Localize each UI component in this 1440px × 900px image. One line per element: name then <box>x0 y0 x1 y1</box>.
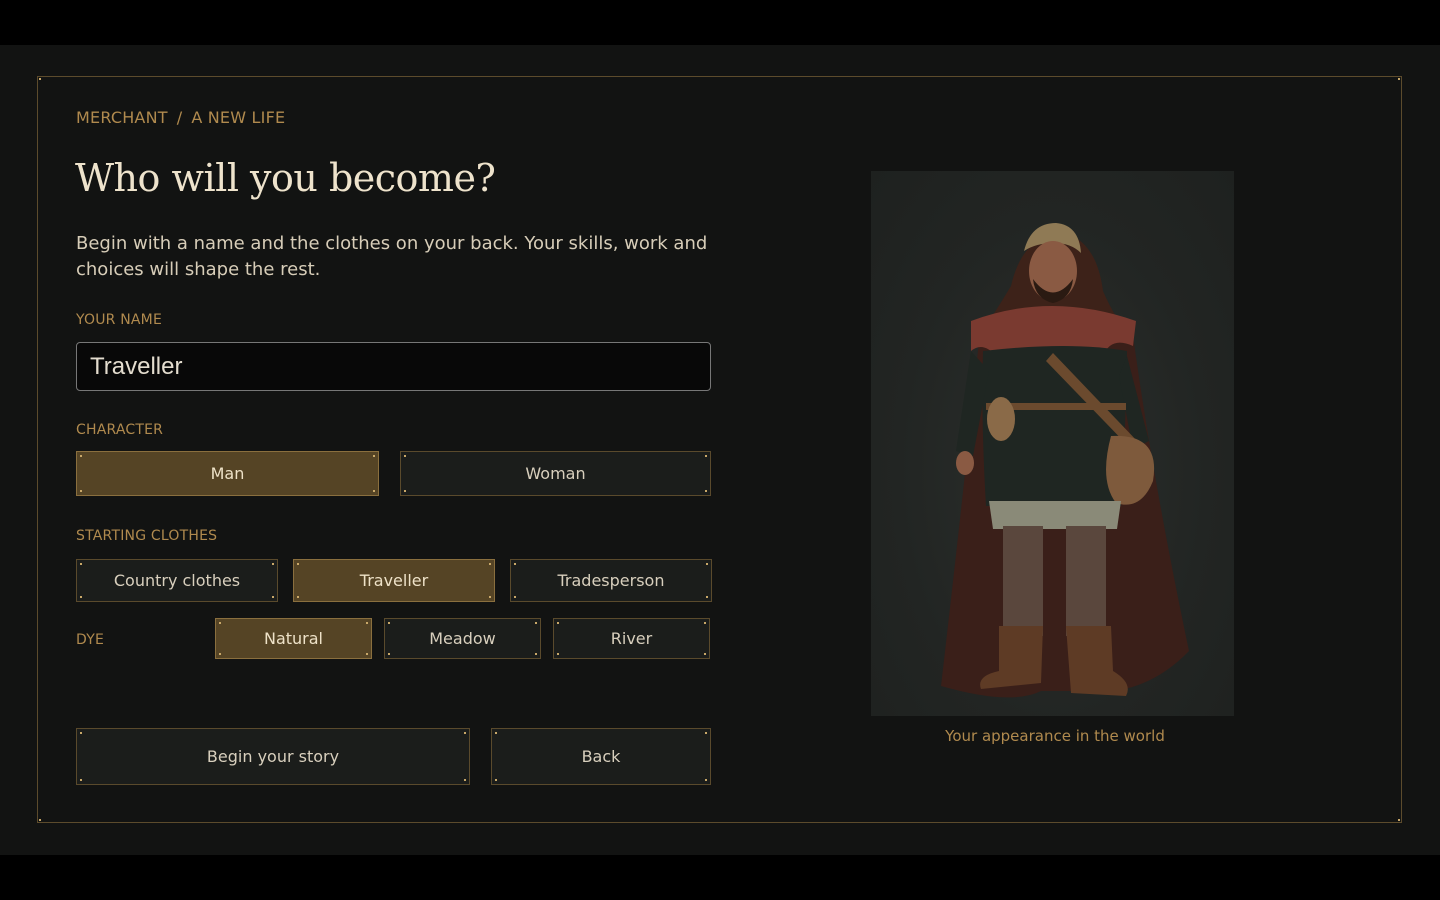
clothes-label: STARTING CLOTHES <box>76 528 218 544</box>
character-option-woman[interactable]: Woman <box>400 451 711 496</box>
character-option-label: Man <box>210 464 245 483</box>
clothes-option-label: Country clothes <box>113 571 241 590</box>
character-option-label: Woman <box>525 464 586 483</box>
intro-text: Begin with a name and the clothes on you… <box>76 233 708 280</box>
clothes-option-country[interactable]: Country clothes <box>76 559 278 602</box>
frame-corner <box>39 78 41 80</box>
dye-option-meadow[interactable]: Meadow <box>384 618 541 659</box>
dye-option-natural[interactable]: Natural <box>215 618 372 659</box>
frame-corner <box>1398 819 1400 821</box>
character-figure <box>941 223 1189 698</box>
begin-story-label: Begin your story <box>206 747 340 766</box>
back-label: Back <box>581 747 621 766</box>
dye-option-label: Meadow <box>429 629 496 648</box>
character-option-man[interactable]: Man <box>76 451 379 496</box>
breadcrumb: MERCHANT / A NEW LIFE <box>76 108 285 127</box>
dye-option-label: River <box>610 629 653 648</box>
breadcrumb-separator: / <box>176 108 183 127</box>
back-button[interactable]: Back <box>491 728 711 785</box>
name-input[interactable] <box>76 342 711 391</box>
clothes-option-label: Tradesperson <box>557 571 665 590</box>
page-title: Who will you become? <box>75 156 496 200</box>
dye-option-river[interactable]: River <box>553 618 710 659</box>
character-label: CHARACTER <box>76 422 164 438</box>
name-label: YOUR NAME <box>76 312 163 328</box>
dye-label: DYE <box>76 632 105 648</box>
clothes-option-traveller[interactable]: Traveller <box>293 559 495 602</box>
clothes-option-tradesperson[interactable]: Tradesperson <box>510 559 712 602</box>
frame-corner <box>39 819 41 821</box>
breadcrumb-role[interactable]: MERCHANT <box>76 108 168 127</box>
breadcrumb-step: A NEW LIFE <box>191 108 286 127</box>
dye-option-label: Natural <box>263 629 323 648</box>
preview-caption: Your appearance in the world <box>945 727 1165 745</box>
begin-story-button[interactable]: Begin your story <box>76 728 470 785</box>
clothes-option-label: Traveller <box>359 571 429 590</box>
frame-corner <box>1398 78 1400 80</box>
character-preview <box>871 171 1234 716</box>
